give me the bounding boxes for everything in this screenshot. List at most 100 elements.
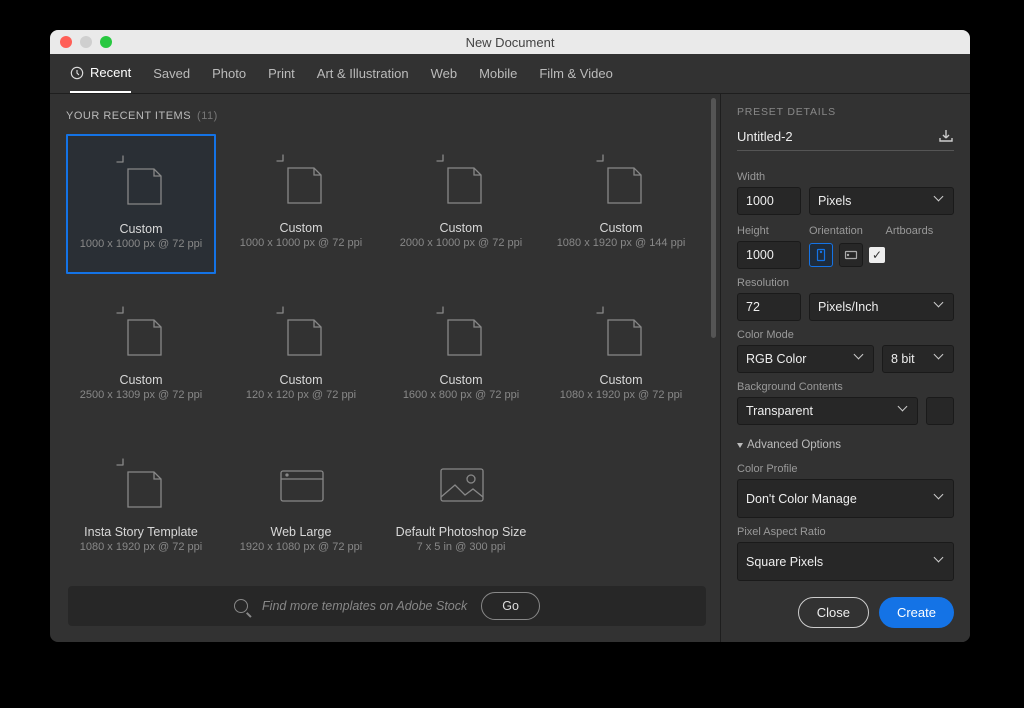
width-input[interactable] [737,187,801,215]
go-button[interactable]: Go [481,592,540,620]
new-document-dialog: New Document Recent Saved Photo Print Ar… [50,30,970,642]
background-contents-select[interactable]: Transparent [737,397,918,425]
orientation-label: Orientation [809,225,878,237]
pixel-aspect-ratio-select[interactable]: Square Pixels [737,542,954,581]
preset-details-panel: PRESET DETAILS Width Pixels Height Orien… [720,94,970,642]
doc-icon [589,301,653,363]
doc-icon [589,149,653,211]
orientation-portrait[interactable] [809,243,833,267]
chevron-down-icon [935,354,945,364]
color-profile-select[interactable]: Don't Color Manage [737,479,954,518]
resolution-label: Resolution [737,277,954,289]
tab-saved[interactable]: Saved [153,66,190,81]
preset-name: Web Large [271,525,332,539]
doc-icon [109,453,173,515]
preset-item[interactable]: Custom 1000 x 1000 px @ 72 ppi [226,134,376,274]
chevron-down-icon [935,494,945,504]
chevron-down-icon [935,557,945,567]
save-preset-icon[interactable] [938,128,954,144]
preset-item[interactable]: Custom 2000 x 1000 px @ 72 ppi [386,134,536,274]
doc-icon [269,301,333,363]
preset-dimensions: 1600 x 800 px @ 72 ppi [403,389,519,401]
image-icon [429,453,493,515]
resolution-unit-select[interactable]: Pixels/Inch [809,293,954,321]
preset-details-heading: PRESET DETAILS [737,106,954,118]
preset-dimensions: 1080 x 1920 px @ 144 ppi [557,237,686,249]
background-color-swatch[interactable] [926,397,954,425]
stock-search-placeholder[interactable]: Find more templates on Adobe Stock [262,599,467,613]
preset-grid: Custom 1000 x 1000 px @ 72 ppi Custom 1000 … [66,134,720,578]
tab-art-illustration[interactable]: Art & Illustration [317,66,409,81]
pixel-aspect-ratio-label: Pixel Aspect Ratio [737,526,954,538]
chevron-down-icon [855,354,865,364]
preset-item[interactable]: Insta Story Template 1080 x 1920 px @ 72 … [66,438,216,578]
preset-dimensions: 1000 x 1000 px @ 72 ppi [80,238,202,250]
preset-name: Custom [599,221,642,235]
tab-web[interactable]: Web [431,66,458,81]
color-profile-label: Color Profile [737,463,954,475]
preset-dimensions: 2500 x 1309 px @ 72 ppi [80,389,202,401]
artboards-label: Artboards [886,225,955,237]
preset-dimensions: 120 x 120 px @ 72 ppi [246,389,356,401]
preset-name: Default Photoshop Size [396,525,527,539]
doc-icon [429,149,493,211]
preset-dimensions: 7 x 5 in @ 300 ppi [417,541,506,553]
orientation-landscape[interactable] [839,243,863,267]
category-tabs: Recent Saved Photo Print Art & Illustrat… [50,54,970,94]
preset-name: Custom [279,221,322,235]
preset-name: Custom [279,373,322,387]
preset-name: Custom [119,373,162,387]
chevron-down-icon [899,406,909,416]
preset-dimensions: 1080 x 1920 px @ 72 ppi [560,389,682,401]
preset-item[interactable]: Default Photoshop Size 7 x 5 in @ 300 ppi [386,438,536,578]
close-button[interactable]: Close [798,597,869,628]
preset-item[interactable]: Custom1600 x 800 px @ 72 ppi [386,286,536,426]
preset-item[interactable]: Custom1080 x 1920 px @ 72 ppi [546,286,696,426]
preset-item[interactable]: Custom 120 x 120 px @ 72 ppi [226,286,376,426]
preset-item[interactable]: Custom 1000 x 1000 px @ 72 ppi [66,134,216,274]
scrollbar[interactable] [711,98,716,338]
color-mode-select[interactable]: RGB Color [737,345,874,373]
tab-print[interactable]: Print [268,66,295,81]
preset-item[interactable]: Custom 2500 x 1309 px @ 72 ppi [66,286,216,426]
section-title: YOUR RECENT ITEMS [66,110,191,122]
preset-name-input[interactable] [737,129,930,144]
height-label: Height [737,225,801,237]
doc-icon [269,149,333,211]
chevron-down-icon [737,443,743,448]
chevron-down-icon [935,196,945,206]
web-icon [269,453,333,515]
preset-dimensions: 2000 x 1000 px @ 72 ppi [400,237,522,249]
stock-search-bar: Find more templates on Adobe Stock Go [68,586,706,626]
chevron-down-icon [935,302,945,312]
doc-icon [109,301,173,363]
clock-icon [70,66,84,80]
window-title: New Document [50,35,970,50]
background-contents-label: Background Contents [737,381,954,393]
advanced-options-toggle[interactable]: Advanced Options [737,439,954,451]
tab-film-video[interactable]: Film & Video [539,66,612,81]
tab-recent[interactable]: Recent [70,54,131,93]
preset-name: Custom [119,222,162,236]
artboards-checkbox[interactable]: ✓ [869,247,885,263]
create-button[interactable]: Create [879,597,954,628]
height-input[interactable] [737,241,801,269]
doc-icon [109,150,173,212]
tab-mobile[interactable]: Mobile [479,66,517,81]
tab-photo[interactable]: Photo [212,66,246,81]
width-unit-select[interactable]: Pixels [809,187,954,215]
preset-item[interactable]: Custom 1080 x 1920 px @ 144 ppi [546,134,696,274]
color-mode-label: Color Mode [737,329,954,341]
preset-dimensions: 1000 x 1000 px @ 72 ppi [240,237,362,249]
color-depth-select[interactable]: 8 bit [882,345,954,373]
preset-name: Insta Story Template [84,525,198,539]
titlebar: New Document [50,30,970,54]
resolution-input[interactable] [737,293,801,321]
preset-dimensions: 1920 x 1080 px @ 72 ppi [240,541,362,553]
preset-name: Custom [439,221,482,235]
preset-dimensions: 1080 x 1920 px @ 72 ppi [80,541,202,553]
section-count: (11) [197,110,218,122]
preset-main: YOUR RECENT ITEMS (11) Custom 1000 x 1000… [50,94,720,642]
preset-item[interactable]: Web Large 1920 x 1080 px @ 72 ppi [226,438,376,578]
width-label: Width [737,171,954,183]
